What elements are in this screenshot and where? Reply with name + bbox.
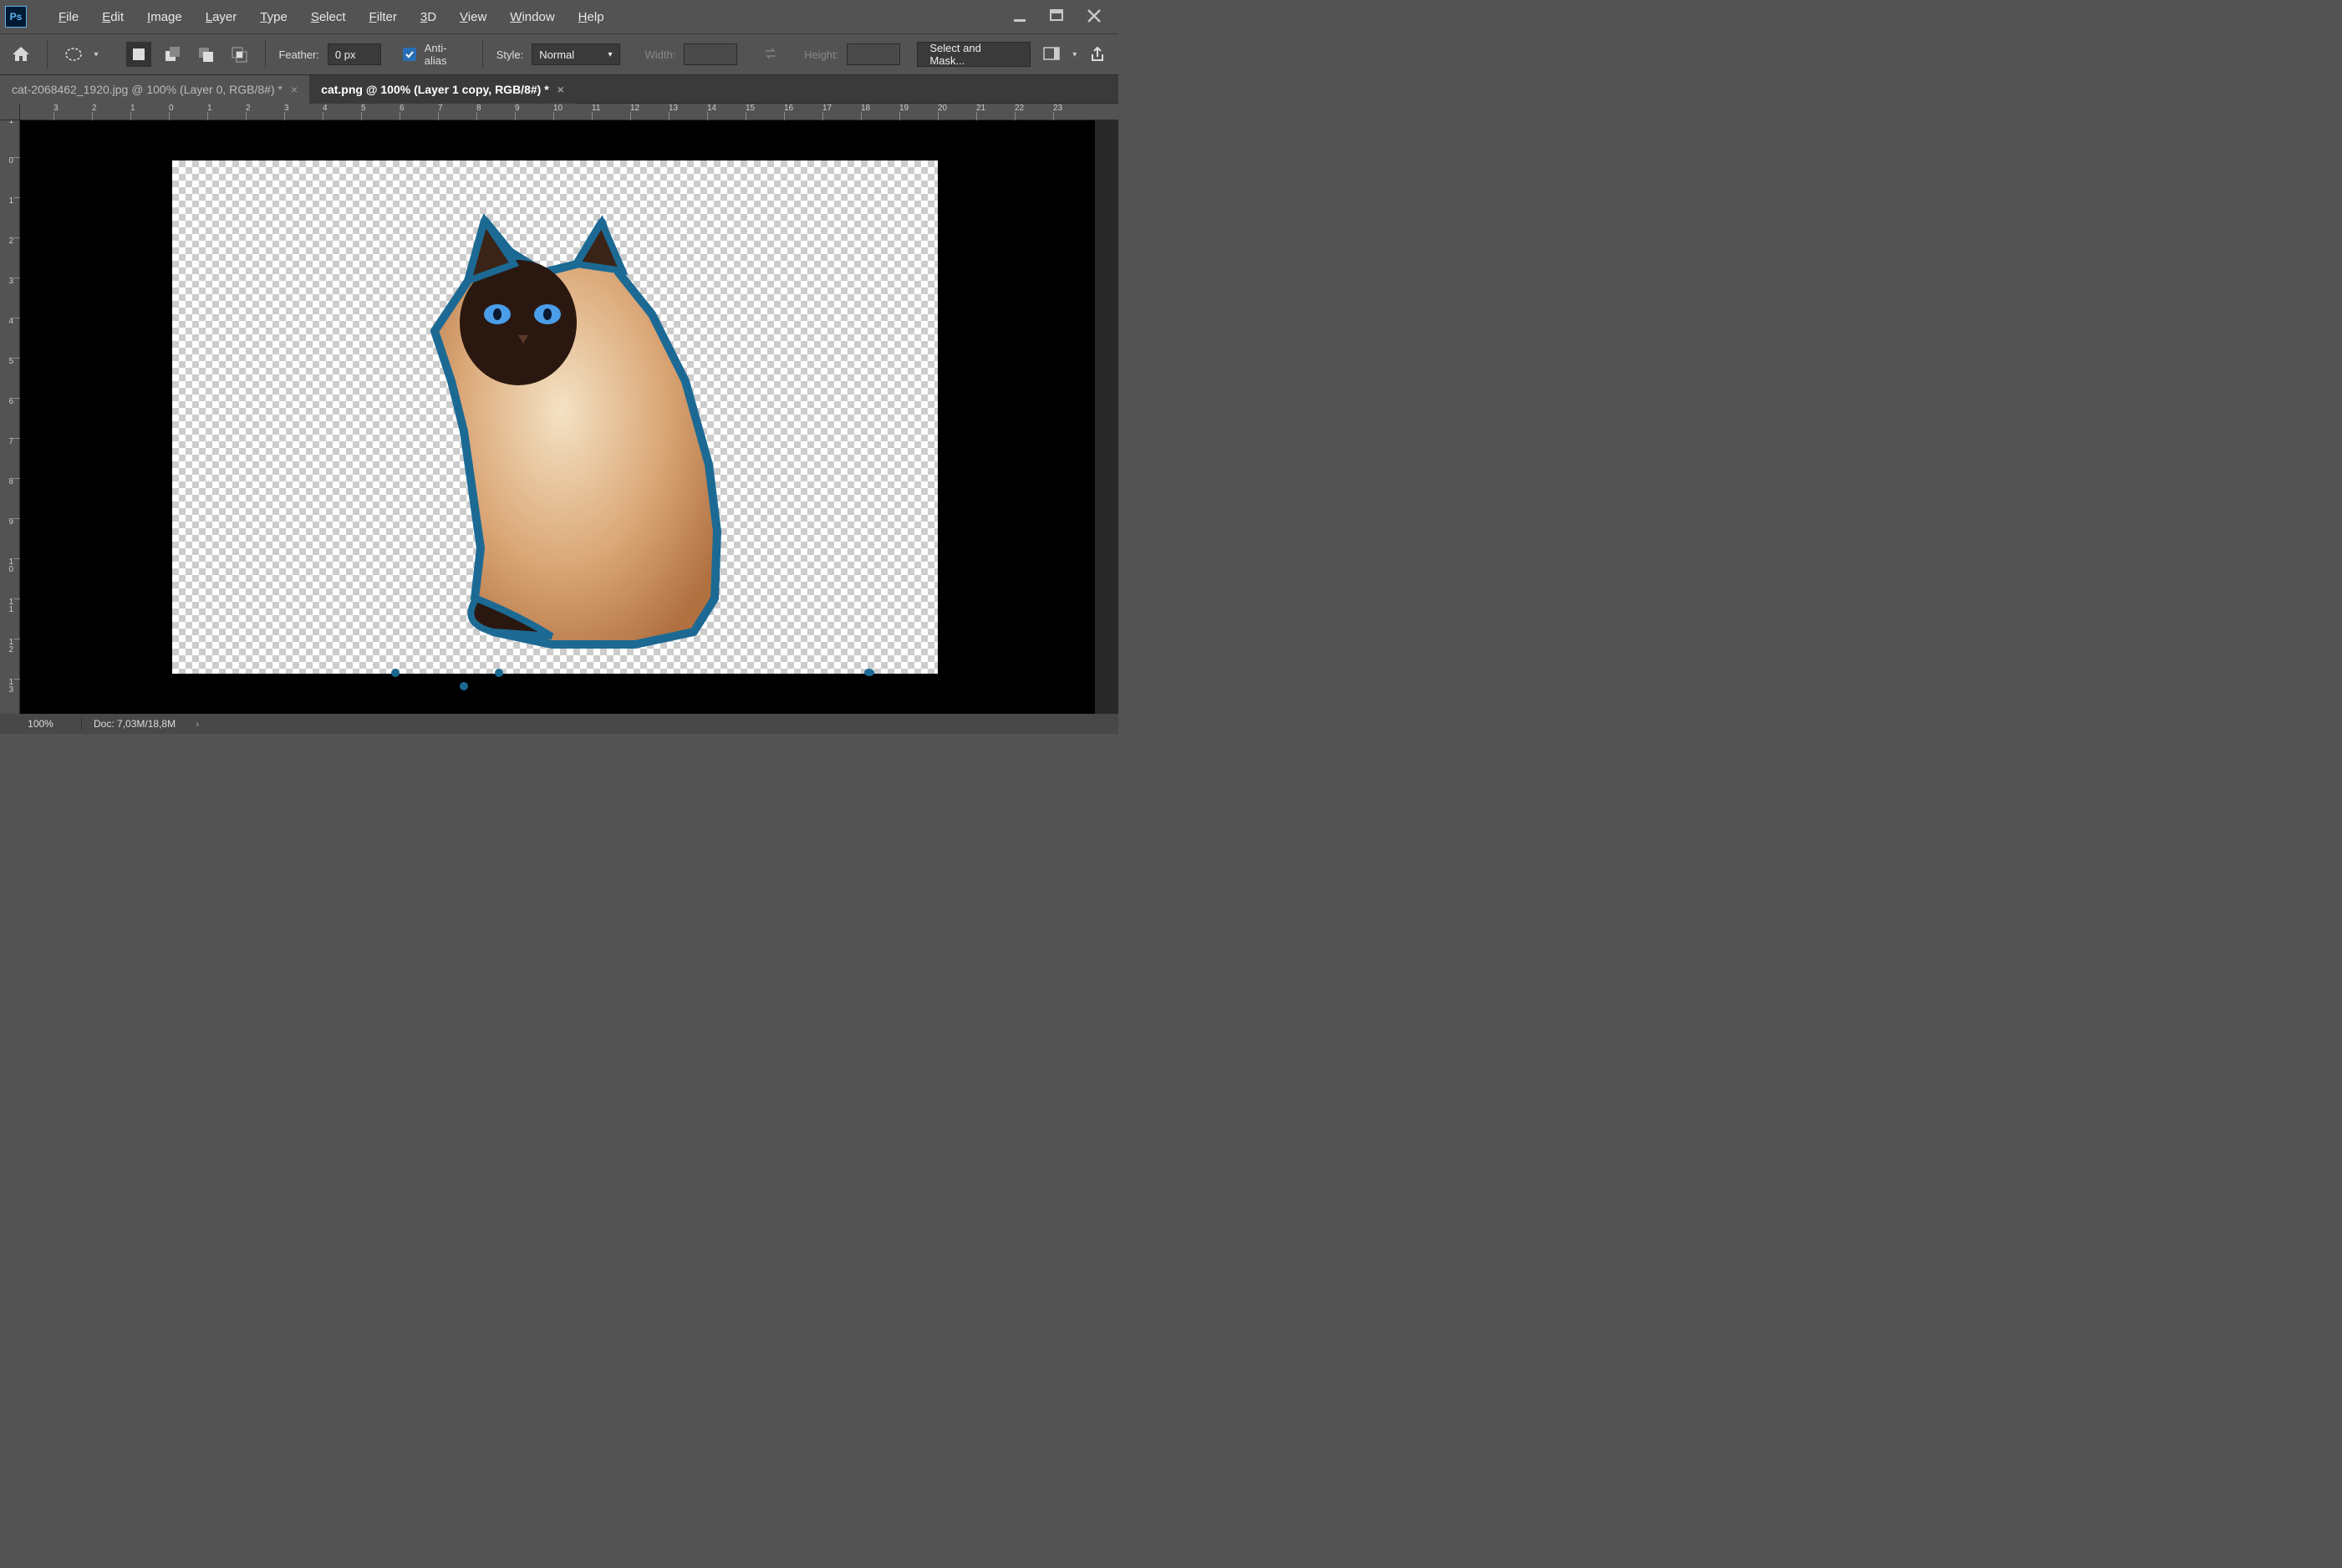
stray-pixel [495, 669, 503, 677]
menu-3d[interactable]: 3D [409, 1, 448, 33]
menu-layer[interactable]: Layer [194, 1, 249, 33]
document-canvas[interactable] [172, 160, 938, 674]
ruler-vertical[interactable]: 101234567891011121314 [0, 120, 20, 734]
selection-intersect-icon[interactable] [227, 42, 252, 67]
options-bar: ▾ Feather: Anti-alias Style: Normal▾ Wid… [0, 33, 1118, 75]
marquee-tool-icon[interactable] [61, 42, 86, 67]
style-label: Style: [496, 48, 524, 61]
close-icon[interactable]: × [291, 83, 298, 96]
ruler-origin[interactable] [0, 104, 20, 120]
layer-content [384, 214, 736, 657]
menu-bar: Ps File Edit Image Layer Type Select Fil… [0, 0, 1118, 33]
document-tabs: cat-2068462_1920.jpg @ 100% (Layer 0, RG… [0, 75, 1118, 104]
width-label: Width: [645, 48, 676, 61]
height-input [847, 43, 900, 65]
menu-help[interactable]: Help [567, 1, 616, 33]
menu-filter[interactable]: Filter [358, 1, 409, 33]
menu-file[interactable]: File [47, 1, 90, 33]
window-maximize-icon[interactable] [1050, 8, 1065, 26]
stray-pixel [460, 682, 468, 690]
stray-pixel [391, 669, 400, 677]
menu-edit[interactable]: Edit [90, 1, 135, 33]
antialias-checkbox[interactable] [403, 48, 416, 61]
swap-dimensions-icon [762, 45, 779, 64]
tab-document-1[interactable]: cat-2068462_1920.jpg @ 100% (Layer 0, RG… [0, 75, 309, 104]
canvas-viewport[interactable] [20, 120, 1095, 734]
style-select[interactable]: Normal▾ [532, 43, 619, 65]
share-icon[interactable] [1085, 42, 1110, 67]
doc-size[interactable]: Doc: 7,03M/18,8M [82, 718, 187, 730]
app-logo: Ps [5, 6, 27, 28]
zoom-level[interactable]: 100% [0, 718, 82, 730]
tool-chevron-icon[interactable]: ▾ [94, 50, 99, 59]
panel-chevron-icon[interactable]: ▾ [1072, 50, 1077, 59]
feather-label: Feather: [278, 48, 318, 61]
workspace: 4321012345678910111213141516171819202122… [0, 104, 1118, 734]
selection-add-icon[interactable] [160, 42, 185, 67]
tab-label: cat-2068462_1920.jpg @ 100% (Layer 0, RG… [12, 83, 283, 96]
window-close-icon[interactable] [1087, 8, 1102, 26]
close-icon[interactable]: × [557, 83, 564, 96]
feather-input[interactable] [328, 43, 381, 65]
ruler-horizontal[interactable]: 4321012345678910111213141516171819202122… [20, 104, 1118, 120]
stray-pixel [864, 669, 874, 676]
window-minimize-icon[interactable] [1013, 8, 1028, 26]
panel-toggle-icon[interactable] [1039, 42, 1064, 67]
home-button[interactable] [8, 42, 33, 67]
selection-new-icon[interactable] [126, 42, 151, 67]
height-label: Height: [804, 48, 838, 61]
status-bar: 100% Doc: 7,03M/18,8M › [0, 714, 1118, 734]
menu-window[interactable]: Window [498, 1, 566, 33]
width-input [684, 43, 737, 65]
menu-type[interactable]: Type [248, 1, 299, 33]
tab-document-2[interactable]: cat.png @ 100% (Layer 1 copy, RGB/8#) * … [309, 75, 576, 104]
select-and-mask-button[interactable]: Select and Mask... [917, 42, 1031, 67]
status-chevron-icon[interactable]: › [187, 718, 207, 730]
menu-select[interactable]: Select [299, 1, 358, 33]
antialias-label: Anti-alias [425, 42, 469, 67]
menu-view[interactable]: View [448, 1, 498, 33]
menu-image[interactable]: Image [135, 1, 194, 33]
tab-label: cat.png @ 100% (Layer 1 copy, RGB/8#) * [321, 83, 548, 96]
selection-subtract-icon[interactable] [193, 42, 218, 67]
